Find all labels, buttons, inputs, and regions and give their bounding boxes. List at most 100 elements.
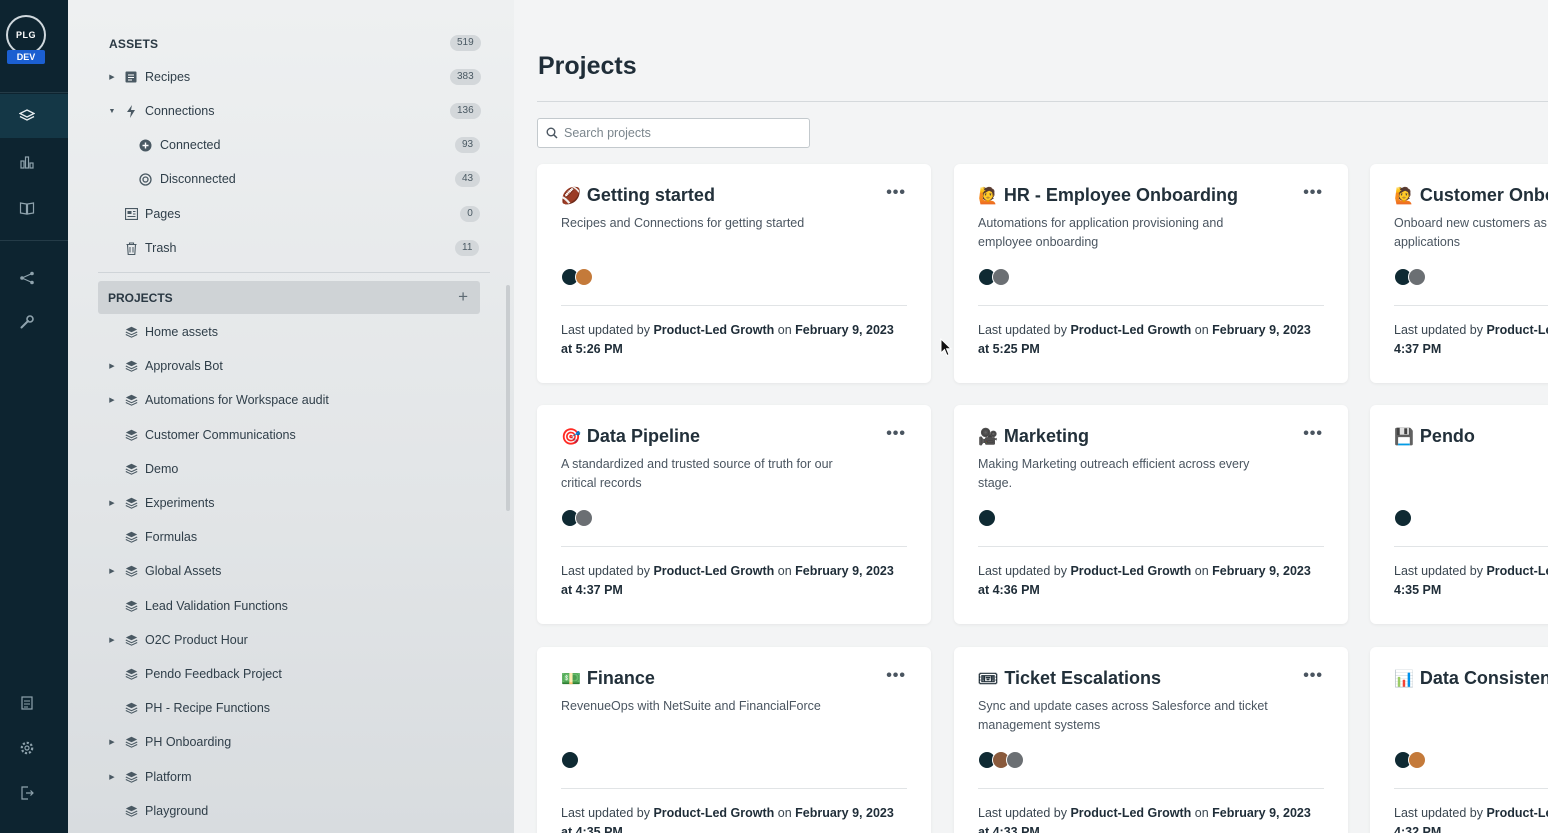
avatar[interactable] [1006,751,1024,769]
card-more-menu-icon[interactable]: ••• [1303,425,1323,443]
search-box[interactable] [537,118,810,148]
avatar[interactable] [1408,268,1426,286]
search-input[interactable] [564,119,804,147]
sidebar-project-item[interactable]: ▶ Global Assets [68,558,488,584]
project-card-title[interactable]: 🎥 Marketing [978,426,1089,447]
project-card-title[interactable]: 🙋 HR - Employee Onboarding [978,185,1238,206]
sidebar-item-connected[interactable]: Connected 93 [68,132,488,158]
project-layers-icon [124,770,138,784]
sidebar-project-item[interactable]: PH - Recipe Functions [68,695,488,721]
card-more-menu-icon[interactable]: ••• [1303,184,1323,202]
sidebar-project-item[interactable]: Playground [68,798,488,824]
last-updated-text: Last updated by Product-Led Growth on Fe… [978,804,1324,833]
rail-docs[interactable] [0,186,68,230]
card-more-menu-icon[interactable]: ••• [1303,667,1323,685]
sidebar-item-label: Formulas [145,530,198,545]
sidebar-item-recipes[interactable]: ▶ Recipes 383 [68,64,488,90]
sidebar-project-item[interactable]: Demo [68,456,488,482]
sidebar-project-item[interactable]: ▶ Automations for Workspace audit [68,387,488,413]
plg-logo[interactable]: PLG [6,15,46,55]
expand-caret-icon[interactable]: ▶ [108,738,116,746]
sidebar-item-label: Approvals Bot [145,359,223,374]
sidebar-project-item[interactable]: ▶ PH Onboarding [68,729,488,755]
project-card-title[interactable]: 🙋 Customer Onboa [1394,185,1548,206]
project-card-title[interactable]: 🎟 Ticket Escalations [978,668,1161,689]
updated-prefix: Last updated by [1394,806,1487,820]
rail-dashboard[interactable] [0,140,68,184]
project-card[interactable]: 🎥 Marketing ••• Making Marketing outreach e… [954,405,1348,624]
project-card[interactable]: 🏈 Getting started ••• Recipes and Connectio… [537,164,931,383]
expand-caret-icon[interactable]: ▶ [108,362,116,370]
main-content: Projects 🏈 Getting started ••• Recipes and … [514,0,1548,833]
avatar[interactable] [1394,509,1412,527]
project-card-title[interactable]: 📊 Data Consistenc [1394,668,1548,689]
project-card-title[interactable]: 🎯 Data Pipeline [561,426,700,447]
sidebar-project-item[interactable]: Customer Communications [68,422,488,448]
project-emoji-icon: 💾 [1394,428,1414,446]
connections-count: 136 [450,103,481,119]
sidebar-project-item[interactable]: Home assets [68,319,488,345]
rail-logout[interactable] [0,771,68,815]
updated-by-user: Product-Led Growth [653,806,775,820]
sidebar-item-disconnected[interactable]: Disconnected 43 [68,166,488,192]
api-share-icon [20,271,34,285]
assets-heading: ASSETS [109,37,159,51]
sidebar-item-pages[interactable]: Pages 0 [68,201,488,227]
sidebar-item-trash[interactable]: Trash 11 [68,235,488,261]
card-more-menu-icon[interactable]: ••• [886,184,906,202]
project-card[interactable]: 💵 Finance ••• RevenueOps with NetSuite and … [537,647,931,833]
avatar[interactable] [978,509,996,527]
project-title-text: Getting started [586,185,715,205]
expand-caret-icon[interactable]: ▶ [108,636,116,644]
project-card[interactable]: 🙋 HR - Employee Onboarding ••• Automations … [954,164,1348,383]
sidebar-scrollbar[interactable] [506,285,510,511]
project-card[interactable]: 🎟 Ticket Escalations ••• Sync and update ca… [954,647,1348,833]
sidebar-item-label: Demo [145,461,179,476]
last-updated-text: Last updated by Product-Led Growth on Fe… [561,804,907,833]
updated-prefix: Last updated by [1394,564,1487,578]
avatar[interactable] [561,751,579,769]
rail-projects[interactable] [0,94,68,138]
sidebar-project-item[interactable]: ▶ Platform [68,764,488,790]
card-more-menu-icon[interactable]: ••• [886,667,906,685]
sidebar-project-item[interactable]: Formulas [68,524,488,550]
card-divider [1394,788,1548,789]
rail-api[interactable] [0,256,68,300]
settings-gear-icon [20,741,34,755]
rail-audit[interactable] [0,681,68,725]
avatar[interactable] [1408,751,1426,769]
project-card-title[interactable]: 🏈 Getting started [561,185,715,206]
rail-settings[interactable] [0,726,68,770]
sidebar-project-item[interactable]: ▶ Approvals Bot [68,353,488,379]
card-more-menu-icon[interactable]: ••• [886,425,906,443]
expand-caret-icon[interactable]: ▶ [108,567,116,575]
avatar[interactable] [575,268,593,286]
expand-caret-icon[interactable]: ▶ [108,499,116,507]
sidebar-item-label: Connections [145,104,215,118]
sidebar-item-label: O2C Product Hour [145,632,248,647]
project-card-title[interactable]: 💾 Pendo [1394,426,1475,447]
sidebar-project-item[interactable]: ▶ Experiments [68,490,488,516]
sidebar-item-label: Global Assets [145,564,222,579]
sidebar-item-label: PH Onboarding [145,735,232,750]
avatar[interactable] [575,509,593,527]
collapse-caret-icon[interactable]: ▼ [108,107,116,115]
sidebar-item-connections[interactable]: ▼ Connections 136 [68,98,488,124]
project-card[interactable]: 📊 Data Consistenc Last updated by Product-… [1370,647,1548,833]
project-card[interactable]: 🙋 Customer Onboa Onboard new customers as … [1370,164,1548,383]
rail-tools[interactable] [0,300,68,344]
expand-caret-icon[interactable]: ▶ [108,773,116,781]
updated-by-user: Product-Le [1486,806,1548,820]
avatar[interactable] [992,268,1010,286]
sidebar-project-item[interactable]: Pendo Feedback Project [68,661,488,687]
project-card-title[interactable]: 💵 Finance [561,668,655,689]
project-card[interactable]: 💾 Pendo Last updated by Product-Le 4:35 PM [1370,405,1548,624]
collaborator-avatars [1394,751,1426,769]
project-card[interactable]: 🎯 Data Pipeline ••• A standardized and trus… [537,405,931,624]
sidebar-project-item[interactable]: Lead Validation Functions [68,593,488,619]
add-project-button[interactable]: + [458,287,468,307]
sidebar-project-item[interactable]: ▶ O2C Product Hour [68,627,488,653]
updated-on: on [774,323,796,337]
expand-caret-icon[interactable]: ▶ [108,73,116,81]
expand-caret-icon[interactable]: ▶ [108,396,116,404]
